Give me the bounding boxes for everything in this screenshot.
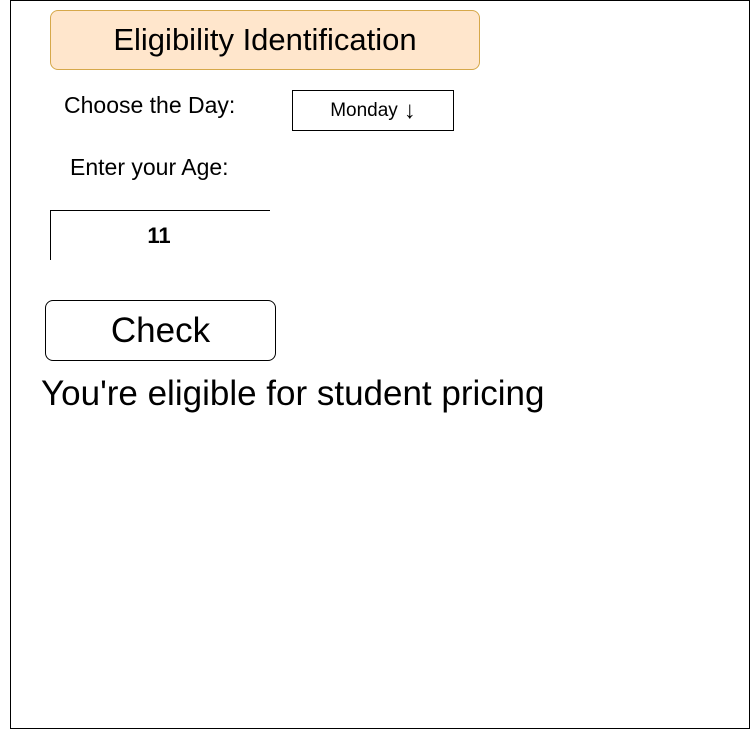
eligibility-result-message: You're eligible for student pricing [41, 374, 545, 413]
day-select[interactable]: Monday ↓ [292, 90, 454, 131]
day-select-value: Monday [330, 99, 398, 121]
age-input[interactable]: 11 [50, 210, 270, 260]
check-button[interactable]: Check [45, 300, 276, 361]
age-input-value: 11 [147, 222, 171, 248]
page-title: Eligibility Identification [50, 10, 480, 70]
page-title-text: Eligibility Identification [113, 22, 417, 57]
day-label: Choose the Day: [64, 92, 236, 118]
age-label: Enter your Age: [70, 154, 229, 180]
down-arrow-icon: ↓ [403, 96, 416, 124]
